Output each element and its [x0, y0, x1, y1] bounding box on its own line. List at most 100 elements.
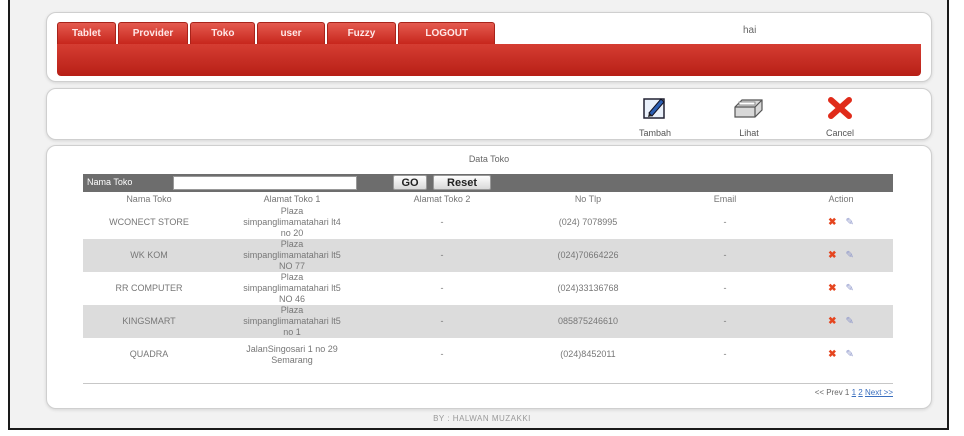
cell-email: -	[723, 217, 727, 227]
tab-tablet[interactable]: Tablet	[57, 22, 116, 44]
page-link-2[interactable]: 2	[858, 388, 862, 397]
col-action: Action	[828, 194, 854, 204]
lihat-label: Lihat	[739, 128, 759, 138]
lihat-icon	[734, 99, 763, 118]
cancel-icon	[828, 97, 852, 119]
cell-tlp: (024) 7078995	[558, 217, 618, 227]
reset-button[interactable]: Reset	[433, 175, 491, 190]
table-row: QUADRA JalanSingosari 1 no 29 Semarang -…	[83, 338, 893, 371]
alamat-line: Plaza	[280, 206, 304, 216]
toolbar-panel: Tambah Lihat Cancel	[46, 88, 932, 140]
alamat-line: no 1	[283, 327, 301, 337]
col-email: Email	[713, 194, 737, 204]
next-link[interactable]: Next >>	[865, 388, 893, 397]
cell-alamat1: Plaza simpanglimamatahari lt5 NO 46	[215, 272, 369, 305]
cell-alamat2: -	[440, 349, 444, 359]
table-header: Nama Toko Alamat Toko 1 Alamat Toko 2 No…	[83, 192, 893, 206]
cell-alamat1: Plaza simpanglimamatahari lt5 no 1	[215, 305, 369, 338]
footer-credit: BY : HALWAN MUZAKKI	[433, 414, 531, 423]
alamat-line: Plaza	[280, 305, 304, 315]
cell-nama: KINGSMART	[83, 305, 215, 338]
cancel-button[interactable]: Cancel	[810, 95, 870, 138]
cell-alamat2: -	[369, 239, 515, 272]
edit-icon[interactable]: ✎	[846, 316, 854, 327]
tab-provider[interactable]: Provider	[117, 22, 189, 44]
page-title: Data Toko	[468, 154, 510, 164]
alamat-line: NO 77	[278, 261, 305, 271]
tambah-icon	[643, 98, 665, 119]
table-row: KINGSMART Plaza simpanglimamatahari lt5 …	[83, 305, 893, 338]
cell-email: -	[723, 283, 727, 293]
data-panel: Data Toko Nama Toko GO Reset Nama Toko A…	[46, 145, 932, 409]
page-link-1[interactable]: 1	[852, 388, 856, 397]
cell-alamat1: JalanSingosari 1 no 29 Semarang	[215, 338, 369, 371]
cell-action: ✖ ✎	[789, 239, 893, 272]
delete-icon[interactable]: ✖	[828, 349, 836, 360]
header-bar	[57, 44, 921, 76]
cell-email: -	[661, 239, 789, 272]
tambah-button[interactable]: Tambah	[625, 95, 685, 138]
go-button[interactable]: GO	[393, 175, 427, 190]
alamat-line: Semarang	[271, 354, 313, 365]
cell-alamat2: -	[440, 217, 444, 227]
cell-alamat2: -	[369, 305, 515, 338]
delete-icon[interactable]: ✖	[828, 283, 836, 294]
cell-action: ✖ ✎	[789, 305, 893, 338]
edit-icon[interactable]: ✎	[846, 250, 854, 261]
search-bar: Nama Toko GO Reset	[83, 174, 893, 192]
cell-action: ✖ ✎	[789, 338, 893, 371]
cell-tlp: (024)70664226	[515, 239, 661, 272]
alamat-line: simpanglimamatahari lt5	[243, 283, 341, 293]
cell-email: -	[723, 349, 727, 359]
delete-icon[interactable]: ✖	[828, 217, 836, 228]
cell-nama: WCONECT STORE	[109, 217, 189, 227]
table-row: WK KOM Plaza simpanglimamatahari lt5 NO …	[83, 239, 893, 272]
table-row: RR COMPUTER Plaza simpanglimamatahari lt…	[83, 272, 893, 305]
delete-icon[interactable]: ✖	[828, 250, 836, 261]
alamat-line: Plaza	[280, 272, 304, 282]
toko-table: Nama Toko Alamat Toko 1 Alamat Toko 2 No…	[83, 192, 893, 371]
alamat-line: simpanglimamatahari lt4	[243, 217, 341, 227]
cell-alamat1: Plaza simpanglimamatahari lt5 NO 77	[215, 239, 369, 272]
cell-tlp: (024)8452011	[560, 349, 616, 359]
search-input[interactable]	[173, 176, 357, 190]
tambah-label: Tambah	[638, 128, 672, 138]
lihat-button[interactable]: Lihat	[719, 95, 779, 138]
alamat-line: simpanglimamatahari lt5	[243, 316, 341, 326]
cell-nama: QUADRA	[129, 349, 169, 359]
edit-icon[interactable]: ✎	[846, 217, 854, 228]
cell-tlp: 085875246610	[515, 305, 661, 338]
greeting-text: hai	[743, 25, 757, 36]
delete-icon[interactable]: ✖	[828, 316, 836, 327]
pagination: << Prev 1 1 2 Next >>	[815, 388, 893, 397]
table-divider	[83, 383, 893, 384]
cell-action: ✖ ✎	[789, 206, 893, 239]
col-no-tlp: No Tlp	[574, 194, 602, 204]
search-label: Nama Toko	[87, 177, 133, 187]
tab-toko[interactable]: Toko	[190, 22, 256, 44]
cell-nama: WK KOM	[83, 239, 215, 272]
header-panel: Tablet Provider Toko user Fuzzy LOGOUT h…	[46, 12, 932, 82]
table-row: WCONECT STORE Plaza simpanglimamatahari …	[83, 206, 893, 239]
edit-icon[interactable]: ✎	[846, 349, 854, 360]
nav-tabs: Tablet Provider Toko user Fuzzy LOGOUT	[57, 22, 496, 44]
tab-logout[interactable]: LOGOUT	[398, 22, 496, 44]
alamat-line: NO 46	[278, 294, 305, 304]
cell-nama: RR COMPUTER	[115, 283, 183, 293]
tab-fuzzy[interactable]: Fuzzy	[326, 22, 397, 44]
cell-action: ✖ ✎	[789, 272, 893, 305]
cell-alamat2: -	[440, 283, 444, 293]
col-alamat-2: Alamat Toko 2	[413, 194, 471, 204]
alamat-line: no 20	[280, 228, 304, 238]
edit-icon[interactable]: ✎	[846, 283, 854, 294]
cell-tlp: (024)33136768	[557, 283, 619, 293]
col-alamat-1: Alamat Toko 1	[263, 194, 321, 204]
col-nama-toko: Nama Toko	[126, 194, 172, 204]
tab-user[interactable]: user	[257, 22, 325, 44]
alamat-line: simpanglimamatahari lt5	[243, 250, 341, 260]
cancel-label: Cancel	[825, 128, 854, 138]
alamat-line: Plaza	[280, 239, 304, 249]
pager-prefix: << Prev 1	[814, 388, 850, 397]
alamat-line: JalanSingosari 1 no 29	[246, 343, 338, 354]
cell-email: -	[661, 305, 789, 338]
